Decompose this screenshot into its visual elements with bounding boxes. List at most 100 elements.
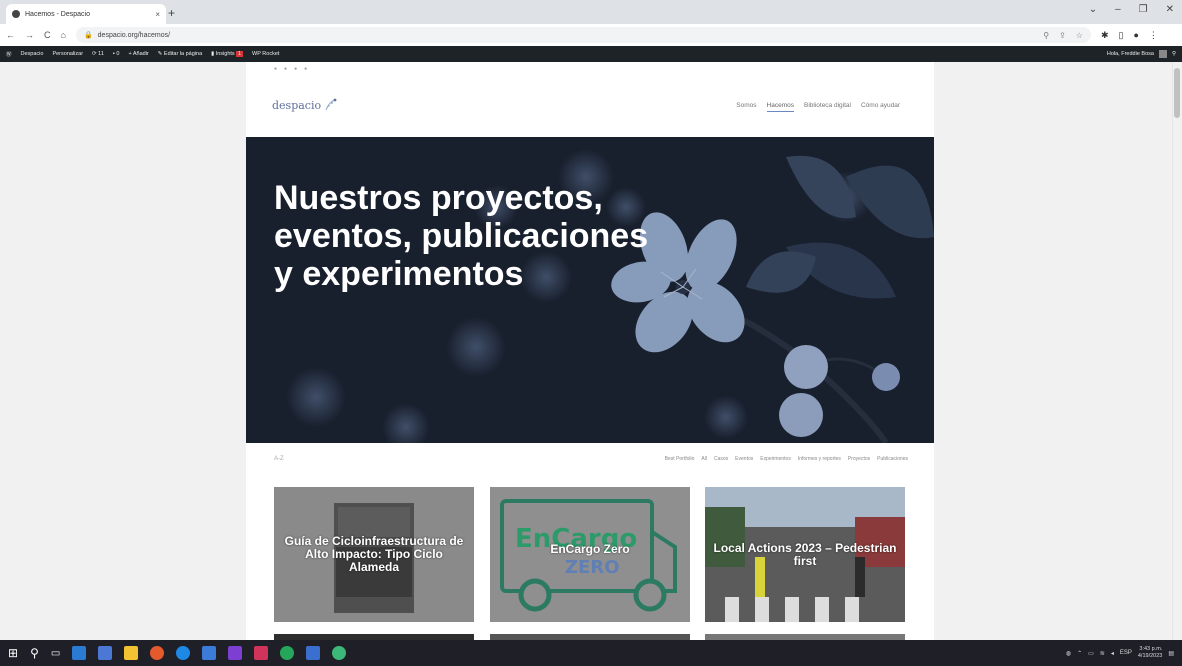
admin-site-name[interactable]: Despacio xyxy=(21,51,44,57)
logo-text: despacio xyxy=(272,98,322,112)
menu-item-somos[interactable]: Somos xyxy=(736,102,756,112)
windows-taskbar: ⊞ ⚲ ▭ ◍ ⌃ ▭ ≋ ◂ ESP 3:43 p.m. 4/19/2023 … xyxy=(0,640,1182,666)
facebook-icon[interactable]: ● xyxy=(284,66,287,72)
volume-icon[interactable]: ◂ xyxy=(1111,650,1114,657)
admin-search-icon[interactable]: ⚲ xyxy=(1172,51,1176,57)
clock-time: 3:43 p.m. xyxy=(1139,646,1163,652)
network-icon[interactable]: ◍ xyxy=(1066,650,1071,657)
back-icon[interactable]: ← xyxy=(6,30,15,40)
app-icon-m[interactable] xyxy=(254,646,269,660)
menu-item-hacemos[interactable]: Hacemos xyxy=(766,102,794,112)
site-favicon-icon xyxy=(12,10,20,18)
tab-close-icon[interactable]: × xyxy=(155,10,160,19)
notifications-icon[interactable]: ▤ xyxy=(1168,650,1174,657)
profile-avatar[interactable]: ● xyxy=(1133,30,1138,41)
app-icon-mail[interactable] xyxy=(98,646,113,660)
app-icon-teams[interactable] xyxy=(228,646,243,660)
site-logo[interactable]: despacio xyxy=(272,98,337,112)
portfolio-card[interactable]: Local Actions 2023 – Pedestrian first xyxy=(705,487,905,622)
admin-edit-label: Editar la página xyxy=(163,51,203,57)
filter-casos[interactable]: Casos xyxy=(714,456,728,462)
portfolio-filter-bar: A-Z Best Portfolio All Casos Eventos Exp… xyxy=(246,454,934,470)
app-icon-todo[interactable] xyxy=(202,646,217,660)
filter-best-portfolio[interactable]: Best Portfolio xyxy=(665,456,695,462)
window-controls: ⌄ – ❐ ✕ xyxy=(1089,4,1174,15)
language-indicator[interactable]: ESP xyxy=(1120,650,1132,656)
new-tab-button[interactable]: + xyxy=(168,6,175,20)
search-icon[interactable]: ⚲ xyxy=(30,646,39,660)
share-icon[interactable]: ⇪ xyxy=(1059,31,1066,40)
system-clock[interactable]: 3:43 p.m. 4/19/2023 xyxy=(1138,646,1162,660)
filter-publicaciones[interactable]: Publicaciones xyxy=(877,456,908,462)
card-title: Guía de Cicloinfraestructura de Alto Imp… xyxy=(284,534,464,574)
menu-kebab-icon[interactable]: ⋮ xyxy=(1149,30,1158,41)
portfolio-card[interactable]: Guía de Cicloinfraestructura de Alto Imp… xyxy=(274,487,474,622)
filter-experimentos[interactable]: Experimentos xyxy=(760,456,791,462)
app-icon-store[interactable] xyxy=(72,646,87,660)
browser-tab[interactable]: Hacemos - Despacio × xyxy=(6,4,166,24)
filter-proyectos[interactable]: Proyectos xyxy=(848,456,870,462)
sort-az-toggle[interactable]: A-Z xyxy=(274,456,284,462)
wifi-icon[interactable]: ≋ xyxy=(1100,650,1105,657)
wordpress-logo-icon[interactable]: Ⓦ xyxy=(6,50,12,58)
card-title: EnCargo Zero xyxy=(550,542,630,556)
app-icon-explorer[interactable] xyxy=(124,646,139,660)
browser-tab-strip: Hacemos - Despacio × + ⌄ – ❐ ✕ xyxy=(0,0,1182,24)
address-bar[interactable]: 🔒 despacio.org/hacemos/ ⚲ ⇪ ☆ xyxy=(75,27,1091,43)
tab-search-icon[interactable]: ⌄ xyxy=(1089,4,1097,15)
admin-wp-rocket[interactable]: WP Rocket xyxy=(252,51,279,57)
extensions-icon[interactable]: ✱ xyxy=(1101,30,1109,41)
comments-count: 0 xyxy=(116,51,120,57)
windows-start-icon[interactable]: ⊞ xyxy=(8,646,18,660)
admin-comments[interactable]: ▪ 0 xyxy=(113,51,120,57)
filter-all[interactable]: All xyxy=(701,456,707,462)
app-icon-spotify[interactable] xyxy=(280,646,295,660)
portfolio-card[interactable]: EnCargo ZERO EnCargo Zero xyxy=(490,487,690,622)
minimize-button[interactable]: – xyxy=(1115,4,1121,15)
maximize-button[interactable]: ❐ xyxy=(1139,4,1148,15)
home-icon[interactable]: ⌂ xyxy=(61,30,66,40)
close-window-button[interactable]: ✕ xyxy=(1166,4,1174,15)
admin-greeting[interactable]: Hola, Freddie Bosa xyxy=(1107,51,1154,57)
filter-list: Best Portfolio All Casos Eventos Experim… xyxy=(665,456,908,462)
instagram-icon[interactable]: ● xyxy=(294,66,297,72)
youtube-icon[interactable]: ● xyxy=(304,66,307,72)
lock-icon[interactable]: 🔒 xyxy=(84,31,93,39)
side-panel-icon[interactable]: ▯ xyxy=(1118,30,1123,41)
app-icon-chrome[interactable] xyxy=(150,646,165,660)
app-icon-onedrive[interactable] xyxy=(306,646,321,660)
reload-icon[interactable]: C xyxy=(44,30,51,40)
extensions-area: ✱ ▯ ● ⋮ xyxy=(1101,30,1158,41)
forward-icon[interactable]: → xyxy=(25,30,34,40)
tray-chevron-icon[interactable]: ⌃ xyxy=(1077,650,1082,657)
app-icon-edge[interactable] xyxy=(176,646,191,660)
admin-customize[interactable]: Personalizar xyxy=(52,51,83,57)
clock-date: 4/19/2023 xyxy=(1137,653,1163,659)
social-icons: ● ● ● ● xyxy=(274,66,307,72)
zoom-icon[interactable]: ⚲ xyxy=(1043,31,1049,40)
menu-item-como-ayudar[interactable]: Cómo ayudar xyxy=(861,102,900,112)
menu-item-biblioteca[interactable]: Biblioteca digital xyxy=(804,102,851,112)
battery-icon[interactable]: ▭ xyxy=(1088,650,1094,657)
admin-new-label: Añadir xyxy=(132,51,149,57)
admin-insights-label: Insights xyxy=(215,51,235,57)
updates-count: 11 xyxy=(98,51,104,57)
app-icon-whatsapp[interactable] xyxy=(332,646,347,660)
admin-insights[interactable]: ▮ Insights 1 xyxy=(211,51,243,57)
card-title: Local Actions 2023 – Pedestrian first xyxy=(713,540,897,568)
url-text: despacio.org/hacemos/ xyxy=(97,31,171,39)
page-scrollbar[interactable] xyxy=(1172,62,1182,640)
main-navigation: Somos Hacemos Biblioteca digital Cómo ay… xyxy=(736,102,900,112)
filter-informes[interactable]: Informes y reportes xyxy=(798,456,841,462)
admin-edit-page[interactable]: ✎ Editar la página xyxy=(158,51,202,57)
admin-updates[interactable]: ⟳ 11 xyxy=(92,51,104,57)
tab-title: Hacemos - Despacio xyxy=(25,10,90,18)
twitter-icon[interactable]: ● xyxy=(274,66,277,72)
admin-avatar[interactable] xyxy=(1158,50,1167,58)
admin-new[interactable]: + Añadir xyxy=(128,51,148,57)
scrollbar-thumb[interactable] xyxy=(1174,68,1180,118)
task-view-icon[interactable]: ▭ xyxy=(51,648,60,659)
system-tray: ◍ ⌃ ▭ ≋ ◂ ESP 3:43 p.m. 4/19/2023 ▤ xyxy=(1066,646,1174,660)
bookmark-star-icon[interactable]: ☆ xyxy=(1076,31,1083,40)
filter-eventos[interactable]: Eventos xyxy=(735,456,753,462)
